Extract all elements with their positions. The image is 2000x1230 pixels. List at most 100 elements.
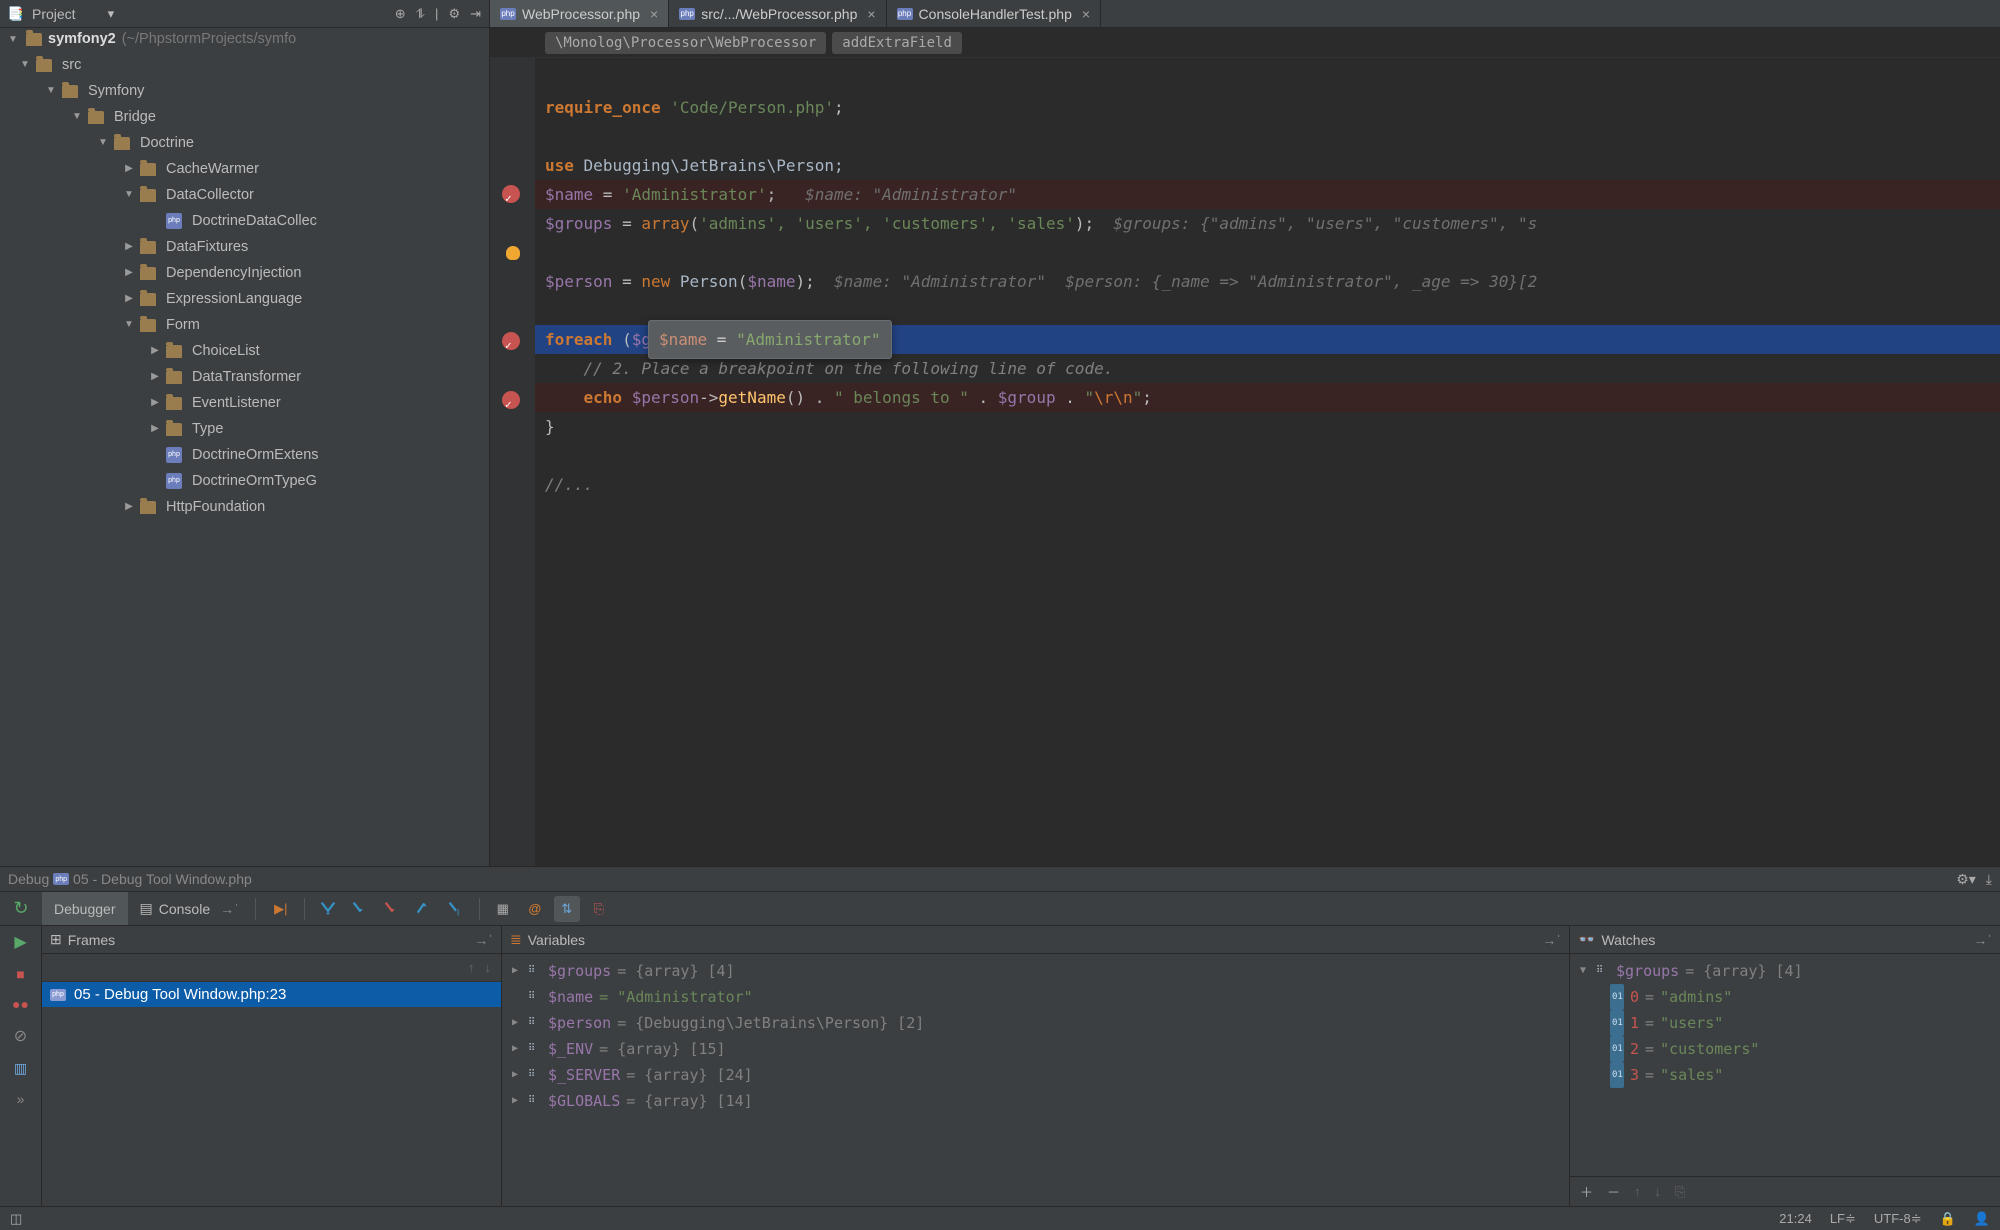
tree-item[interactable]: ▼src [0, 52, 489, 78]
show-execution-point-icon[interactable]: ▶| [268, 896, 294, 922]
twistie-icon[interactable]: ▼ [96, 136, 110, 150]
twistie-icon[interactable]: ▶ [122, 500, 136, 514]
tree-item[interactable]: ▶DataTransformer [0, 364, 489, 390]
settings-gear-icon[interactable]: ⚙ [448, 6, 460, 22]
variable-row[interactable]: ▶⠿$groups = {array} [4] [508, 958, 1563, 984]
twistie-icon[interactable]: ▶ [508, 1094, 522, 1108]
twistie-icon[interactable]: ▼ [44, 84, 58, 98]
mute-breakpoints-icon[interactable]: ⊘ [14, 1026, 27, 1046]
step-into-icon[interactable] [347, 896, 373, 922]
view-breakpoints-icon[interactable]: ●● [12, 996, 29, 1012]
breakpoint-icon[interactable] [502, 391, 520, 409]
collapse-all-icon[interactable]: ⥮ [416, 6, 425, 22]
up-icon[interactable]: ↑ [468, 960, 475, 975]
stack-frame[interactable]: php 05 - Debug Tool Window.php:23 [42, 982, 501, 1007]
breadcrumb-segment[interactable]: \Monolog\Processor\WebProcessor [545, 32, 826, 54]
down-icon[interactable]: ↓ [485, 960, 492, 975]
close-icon[interactable]: × [650, 6, 658, 22]
twistie-icon[interactable] [148, 474, 162, 488]
twistie-icon[interactable]: ▶ [122, 266, 136, 280]
step-over-icon[interactable] [315, 896, 341, 922]
console-tab[interactable]: ▤Console→ˈ [128, 892, 251, 925]
twistie-icon[interactable]: ▶ [508, 1068, 522, 1082]
close-icon[interactable]: × [1082, 6, 1090, 22]
twistie-icon[interactable]: ▶ [148, 396, 162, 410]
tree-item[interactable]: ▶DataFixtures [0, 234, 489, 260]
watch-item[interactable]: 01 1 = "users" [1576, 1010, 1994, 1036]
watch-item[interactable]: 01 0 = "admins" [1576, 984, 1994, 1010]
tab-consolehandlertest[interactable]: phpConsoleHandlerTest.php× [887, 0, 1102, 27]
hide-icon[interactable]: ⇥ [470, 6, 481, 22]
tool-windows-icon[interactable]: ◫ [10, 1211, 22, 1227]
rerun-icon[interactable]: ↻ [13, 898, 28, 919]
encoding[interactable]: UTF-8≑ [1874, 1211, 1922, 1227]
restore-icon[interactable]: →ˈ [1542, 932, 1561, 948]
twistie-icon[interactable]: ▼ [122, 188, 136, 202]
tree-item[interactable]: ▶ExpressionLanguage [0, 286, 489, 312]
tree-item[interactable]: phpDoctrineDataCollec [0, 208, 489, 234]
more-icon[interactable]: » [17, 1091, 25, 1107]
twistie-icon[interactable]: ▶ [148, 344, 162, 358]
twistie-icon[interactable]: ▼ [122, 318, 136, 332]
variable-row[interactable]: ⠿$name = "Administrator" [508, 984, 1563, 1010]
variable-row[interactable]: ▶⠿$_SERVER = {array} [24] [508, 1062, 1563, 1088]
tree-item[interactable]: ▼Bridge [0, 104, 489, 130]
scroll-to-source-icon[interactable]: ⊕ [395, 6, 406, 22]
copy-icon[interactable]: ⎘ [586, 896, 612, 922]
twistie-icon[interactable] [148, 214, 162, 228]
copy-icon[interactable]: ⎘ [1675, 1184, 1685, 1200]
tree-item[interactable]: ▶DependencyInjection [0, 260, 489, 286]
tree-item[interactable]: ▶ChoiceList [0, 338, 489, 364]
twistie-icon[interactable]: ▶ [508, 1042, 522, 1056]
project-dropdown[interactable]: ▾ [108, 6, 115, 22]
evaluate-expression-icon[interactable]: ▦ [490, 896, 516, 922]
tree-item[interactable]: ▼Symfony [0, 78, 489, 104]
tree-item[interactable]: ▼Doctrine [0, 130, 489, 156]
project-root[interactable]: ▼ symfony2 (~/PhpstormProjects/symfo [0, 28, 489, 50]
tree-item[interactable]: ▶HttpFoundation [0, 494, 489, 520]
inspector-icon[interactable]: 👤 [1974, 1211, 1990, 1227]
tree-item[interactable]: ▶Type [0, 416, 489, 442]
restore-icon[interactable]: →ˈ [474, 932, 493, 948]
twistie-icon[interactable]: ▼ [70, 110, 84, 124]
tree-item[interactable]: phpDoctrineOrmTypeG [0, 468, 489, 494]
resume-icon[interactable]: ▶ [14, 932, 26, 952]
tree-item[interactable]: phpDoctrineOrmExtens [0, 442, 489, 468]
twistie-icon[interactable]: ▶ [122, 162, 136, 176]
breadcrumb-segment[interactable]: addExtraField [832, 32, 962, 54]
debugger-tab[interactable]: Debugger [42, 892, 128, 925]
tree-item[interactable]: ▼DataCollector [0, 182, 489, 208]
remove-watch-icon[interactable]: － [1607, 1182, 1620, 1201]
twistie-icon[interactable]: ▶ [122, 240, 136, 254]
down-icon[interactable]: ↓ [1655, 1184, 1662, 1199]
bulb-icon[interactable] [506, 246, 520, 260]
close-icon[interactable]: × [867, 6, 875, 22]
up-icon[interactable]: ↑ [1634, 1184, 1641, 1199]
variable-row[interactable]: ▶⠿$_ENV = {array} [15] [508, 1036, 1563, 1062]
restore-icon[interactable]: →ˈ [1973, 932, 1992, 948]
twistie-icon[interactable]: ▶ [122, 292, 136, 306]
twistie-icon[interactable]: ▼ [6, 32, 20, 46]
variable-row[interactable]: ▶⠿$person = {Debugging\JetBrains\Person}… [508, 1010, 1563, 1036]
breakpoint-icon[interactable] [502, 332, 520, 350]
download-icon[interactable]: ⤓ [1986, 871, 1992, 888]
twistie-icon[interactable]: ▶ [508, 964, 522, 978]
twistie-icon[interactable]: ▶ [148, 422, 162, 436]
twistie-icon[interactable]: ▶ [508, 1016, 522, 1030]
settings-gear-icon[interactable]: ⚙▾ [1956, 871, 1976, 888]
force-step-into-icon[interactable] [379, 896, 405, 922]
watch-row[interactable]: ▼⠿$groups = {array} [4] [1576, 958, 1994, 984]
at-icon[interactable]: @ [522, 896, 548, 922]
lock-icon[interactable]: 🔒 [1940, 1211, 1956, 1227]
twistie-icon[interactable] [148, 448, 162, 462]
twistie-icon[interactable]: ▼ [18, 58, 32, 72]
layout-icon[interactable]: ▥ [14, 1060, 27, 1077]
tree-item[interactable]: ▶EventListener [0, 390, 489, 416]
stop-icon[interactable]: ■ [16, 966, 24, 982]
tree-item[interactable]: ▶CacheWarmer [0, 156, 489, 182]
sort-icon[interactable]: ⇅ [554, 896, 580, 922]
tab-webprocessor[interactable]: phpWebProcessor.php× [490, 0, 669, 27]
code-editor[interactable]: require_once 'Code/Person.php'; use Debu… [490, 58, 2000, 866]
breakpoint-icon[interactable] [502, 185, 520, 203]
twistie-icon[interactable] [508, 990, 522, 1004]
